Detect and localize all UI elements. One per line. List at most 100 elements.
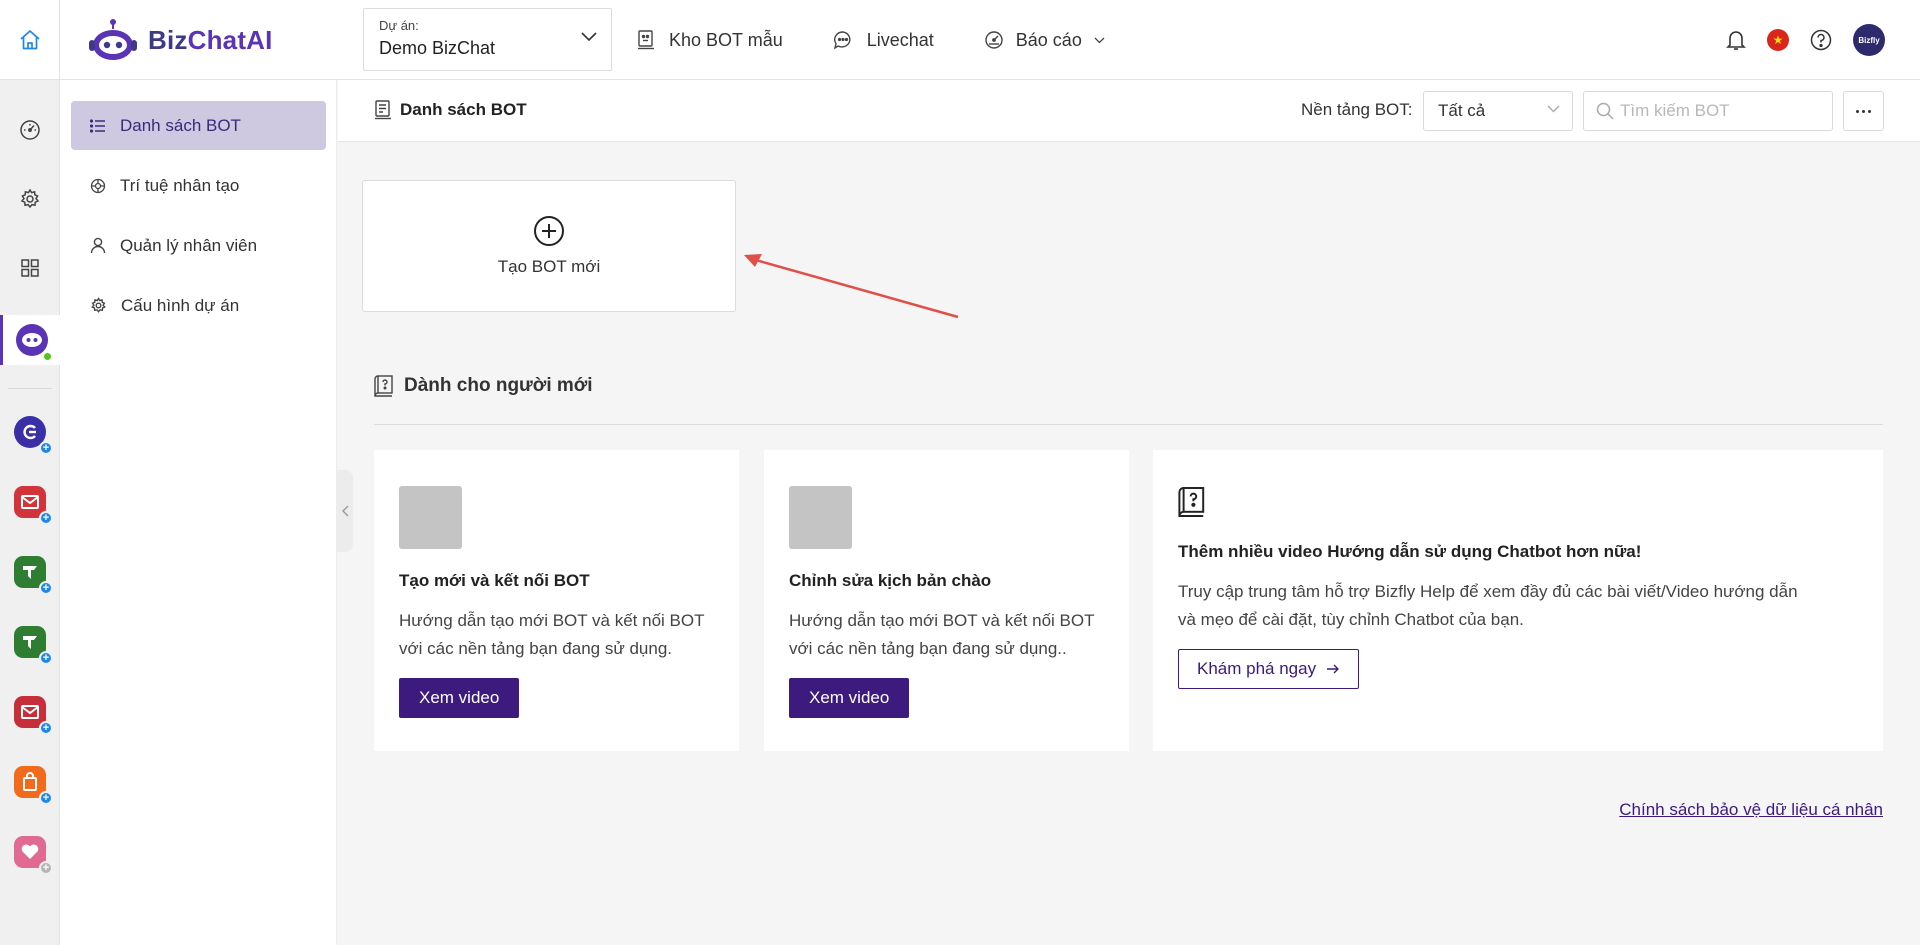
- card-title: Tạo mới và kết nối BOT: [399, 571, 590, 590]
- content-header: Danh sách BOT Nền tảng BOT: Tất cả: [338, 80, 1920, 142]
- logo-text: BizChatAI: [148, 24, 273, 55]
- user-icon: [90, 237, 106, 254]
- more-options-button[interactable]: [1843, 91, 1884, 131]
- app-rail: + + + + + + +: [0, 80, 60, 945]
- top-header: BizChatAI Dự án: Demo BizChat Kho BOT mẫ…: [0, 0, 1920, 80]
- guide-card-create-bot: Tạo mới và kết nối BOT Hướng dẫn tạo mới…: [374, 450, 739, 751]
- bizchatai-logo[interactable]: BizChatAI: [88, 16, 273, 64]
- card-description: Hướng dẫn tạo mới BOT và kết nối BOT với…: [789, 611, 1095, 658]
- sidebar-item-bot-list[interactable]: Danh sách BOT: [71, 101, 326, 150]
- add-app-icon: +: [39, 581, 53, 595]
- add-app-icon: +: [39, 441, 53, 455]
- bizfly-mail-app-icon: +: [14, 486, 53, 525]
- bizfly-crm-app-icon: +: [14, 416, 53, 455]
- watch-video-button[interactable]: Xem video: [399, 678, 520, 718]
- rail-apps[interactable]: [0, 246, 60, 290]
- privacy-policy-link[interactable]: Chính sách bảo vệ dữ liệu cá nhân: [1619, 800, 1883, 820]
- help-icon[interactable]: [1810, 29, 1832, 51]
- nav-bot-templates[interactable]: Kho BOT mẫu: [637, 30, 783, 51]
- video-thumbnail: [399, 486, 462, 549]
- dashboard-gauge-icon: [984, 31, 1004, 49]
- platform-filter-select[interactable]: Tất cả: [1423, 91, 1573, 131]
- project-select[interactable]: Dự án: Demo BizChat: [363, 8, 612, 71]
- rail-settings[interactable]: [0, 177, 60, 221]
- bizfly-tele-app-icon: +: [14, 556, 53, 595]
- explore-now-button[interactable]: Khám phá ngay: [1178, 649, 1360, 689]
- help-book-icon: [374, 375, 394, 397]
- rail-app-tele-2[interactable]: +: [0, 620, 60, 665]
- add-app-icon: +: [39, 791, 53, 805]
- project-label: Dự án:: [379, 18, 419, 33]
- add-app-icon: +: [39, 721, 53, 735]
- platform-filter-label: Nền tảng BOT:: [1301, 100, 1413, 119]
- chevron-down-icon: [581, 32, 597, 42]
- help-book-icon: [1178, 486, 1858, 518]
- bot-logo-icon: [88, 18, 138, 62]
- card-title: Thêm nhiều video Hướng dẫn sử dụng Chatb…: [1178, 542, 1642, 561]
- create-bot-card[interactable]: Tạo BOT mới: [362, 180, 736, 312]
- rail-bizchat[interactable]: [0, 315, 60, 365]
- bizfly-tele-app-2-icon: +: [14, 626, 53, 665]
- user-avatar[interactable]: Bizfly: [1853, 24, 1885, 56]
- vietnam-flag-icon[interactable]: ★: [1767, 29, 1789, 51]
- bizfly-shop-app-icon: +: [14, 766, 53, 805]
- bizfly-mail-app-2-icon: +: [14, 696, 53, 735]
- annotation-arrow: [744, 254, 959, 319]
- card-description: Hướng dẫn tạo mới BOT và kết nối BOT với…: [399, 611, 705, 658]
- gear-icon: [90, 297, 107, 314]
- rail-app-mail[interactable]: +: [0, 480, 60, 525]
- project-value: Demo BizChat: [379, 38, 496, 58]
- arrow-right-icon: [1326, 663, 1340, 675]
- rail-app-care[interactable]: +: [0, 830, 60, 875]
- sidebar-collapse-toggle[interactable]: [337, 470, 353, 552]
- sidebar-item-project-config[interactable]: Cấu hình dự án: [71, 281, 326, 330]
- page-title-text: Danh sách BOT: [400, 100, 527, 119]
- project-sidebar: Danh sách BOT Trí tuệ nhân tạo Quản lý n…: [60, 80, 337, 945]
- online-status-dot: [41, 351, 53, 362]
- card-description: Truy cập trung tâm hỗ trợ Bizfly Help để…: [1178, 582, 1798, 629]
- bell-icon[interactable]: [1726, 29, 1746, 51]
- apps-grid-icon: [20, 258, 40, 278]
- bot-search-box[interactable]: [1583, 91, 1833, 131]
- bizfly-care-app-icon: +: [14, 836, 53, 875]
- rail-app-crm[interactable]: +: [0, 410, 60, 455]
- home-icon: [18, 28, 42, 52]
- chevron-down-icon: [1547, 105, 1560, 113]
- sidebar-item-ai[interactable]: Trí tuệ nhân tạo: [71, 161, 326, 210]
- card-title: Chỉnh sửa kịch bản chào: [789, 571, 992, 590]
- watch-video-button[interactable]: Xem video: [789, 678, 910, 718]
- explore-now-label: Khám phá ngay: [1197, 659, 1317, 678]
- add-app-icon: +: [39, 511, 53, 525]
- top-nav: Kho BOT mẫu Livechat Báo cáo: [637, 0, 1155, 80]
- bot-list-icon: [374, 100, 392, 120]
- section-title-text: Dành cho người mới: [404, 375, 593, 396]
- nav-livechat-label: Livechat: [866, 29, 934, 50]
- dashboard-icon: [19, 119, 41, 141]
- section-divider: [374, 424, 1883, 425]
- rail-app-tele[interactable]: +: [0, 550, 60, 595]
- page-title: Danh sách BOT: [374, 100, 527, 120]
- settings-icon: [19, 188, 41, 210]
- bot-search-input[interactable]: [1620, 101, 1820, 121]
- add-app-icon: +: [39, 651, 53, 665]
- header-actions: ★ Bizfly: [1726, 0, 1885, 80]
- nav-reports[interactable]: Báo cáo: [984, 30, 1105, 51]
- sidebar-item-label: Cấu hình dự án: [121, 295, 240, 315]
- list-icon: [90, 118, 106, 133]
- sidebar-item-staff[interactable]: Quản lý nhân viên: [71, 221, 326, 270]
- rail-app-shop[interactable]: +: [0, 760, 60, 805]
- chevron-left-icon: [341, 505, 349, 517]
- bot-template-icon: [637, 30, 655, 50]
- rail-dashboard[interactable]: [0, 108, 60, 152]
- ai-icon: [90, 178, 106, 194]
- create-bot-label: Tạo BOT mới: [497, 257, 601, 276]
- guide-card-help-center: Thêm nhiều video Hướng dẫn sử dụng Chatb…: [1153, 450, 1883, 751]
- home-button[interactable]: [0, 0, 60, 80]
- search-icon: [1596, 102, 1614, 120]
- nav-bot-templates-label: Kho BOT mẫu: [669, 29, 783, 50]
- rail-app-mail-2[interactable]: +: [0, 690, 60, 735]
- nav-livechat[interactable]: Livechat: [833, 30, 934, 51]
- add-app-icon: +: [39, 861, 53, 875]
- sidebar-item-label: Trí tuệ nhân tạo: [120, 175, 240, 195]
- chat-bubble-icon: [833, 30, 853, 50]
